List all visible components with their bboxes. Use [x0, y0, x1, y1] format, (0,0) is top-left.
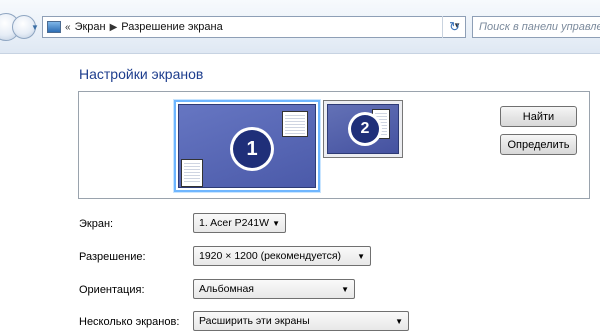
- monitor-arrangement-panel: 1 2 Найти Определить: [78, 91, 590, 199]
- multiple-displays-label: Несколько экранов:: [79, 316, 180, 328]
- resolution-select-value: 1920 × 1200 (рекомендуется): [199, 250, 342, 262]
- orientation-label: Ориентация:: [79, 284, 145, 296]
- find-button[interactable]: Найти: [500, 106, 577, 127]
- address-bar[interactable]: « Экран ▶ Разрешение экрана ▼: [42, 16, 466, 38]
- resolution-label: Разрешение:: [79, 251, 146, 263]
- identify-button[interactable]: Определить: [500, 134, 577, 155]
- resolution-select[interactable]: 1920 × 1200 (рекомендуется) ▼: [193, 246, 371, 266]
- chevron-right-icon[interactable]: ▶: [110, 22, 118, 33]
- breadcrumb-display[interactable]: Экран: [75, 21, 106, 33]
- monitor-1-badge: 1: [230, 127, 274, 171]
- display-select-value: 1. Acer P241W: [199, 217, 270, 229]
- display-label: Экран:: [79, 218, 114, 230]
- start-panel-icon: [181, 159, 203, 187]
- orientation-select[interactable]: Альбомная ▼: [193, 279, 355, 299]
- monitor-2-number: 2: [351, 115, 379, 143]
- recent-pages-dropdown-icon[interactable]: ▼: [31, 23, 39, 32]
- search-input[interactable]: Поиск в панели управления: [472, 16, 600, 38]
- chevron-down-icon: ▼: [341, 285, 349, 294]
- monitor-2-badge: 2: [348, 112, 382, 146]
- monitor-1-number: 1: [233, 130, 271, 168]
- multiple-displays-select[interactable]: Расширить эти экраны ▼: [193, 311, 409, 331]
- chevron-down-icon: ▼: [395, 317, 403, 326]
- monitor-2-screen: 2: [327, 104, 399, 154]
- page-title: Настройки экранов: [79, 66, 204, 82]
- breadcrumb-overflow[interactable]: «: [65, 22, 71, 33]
- taskbar-window-icon: [282, 111, 308, 137]
- monitor-1[interactable]: 1: [174, 100, 320, 192]
- navigation-bar: ▼ « Экран ▶ Разрешение экрана ▼ ↻ Поиск …: [0, 0, 600, 54]
- orientation-select-value: Альбомная: [199, 283, 254, 295]
- display-select[interactable]: 1. Acer P241W ▼: [193, 213, 286, 233]
- chevron-down-icon: ▼: [357, 252, 365, 261]
- chevron-down-icon: ▼: [272, 219, 280, 228]
- refresh-icon: ↻: [449, 19, 460, 34]
- monitor-1-screen: 1: [178, 104, 316, 188]
- refresh-button[interactable]: ↻: [442, 16, 466, 38]
- breadcrumb-resolution[interactable]: Разрешение экрана: [121, 21, 222, 33]
- multiple-displays-select-value: Расширить эти экраны: [199, 315, 310, 327]
- control-panel-icon: [47, 21, 61, 33]
- monitor-2[interactable]: 2: [323, 100, 403, 158]
